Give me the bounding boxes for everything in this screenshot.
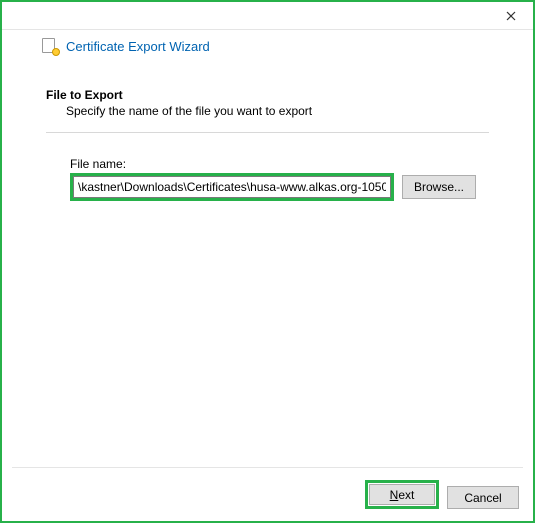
divider [46,132,489,133]
file-name-label: File name: [70,157,489,171]
titlebar [2,2,533,30]
file-row: Browse... [70,173,489,201]
close-button[interactable] [488,2,533,30]
window-title: Certificate Export Wizard [66,39,210,54]
page-heading: File to Export [46,88,489,102]
next-button-highlight: Next [365,480,439,509]
page-subheading: Specify the name of the file you want to… [46,102,489,128]
browse-button[interactable]: Browse... [402,175,476,199]
certificate-icon [42,38,58,54]
header: Certificate Export Wizard [2,30,533,58]
button-bar: Next Cancel [12,467,523,511]
file-input-highlight [70,173,394,201]
close-icon [506,11,516,21]
file-name-input[interactable] [73,176,391,198]
form-area: File name: Browse... [46,157,489,201]
next-rest: ext [398,488,414,502]
cancel-button[interactable]: Cancel [447,486,519,509]
wizard-window: Certificate Export Wizard File to Export… [0,0,535,523]
next-button[interactable]: Next [369,484,435,505]
content-area: File to Export Specify the name of the f… [2,58,533,201]
